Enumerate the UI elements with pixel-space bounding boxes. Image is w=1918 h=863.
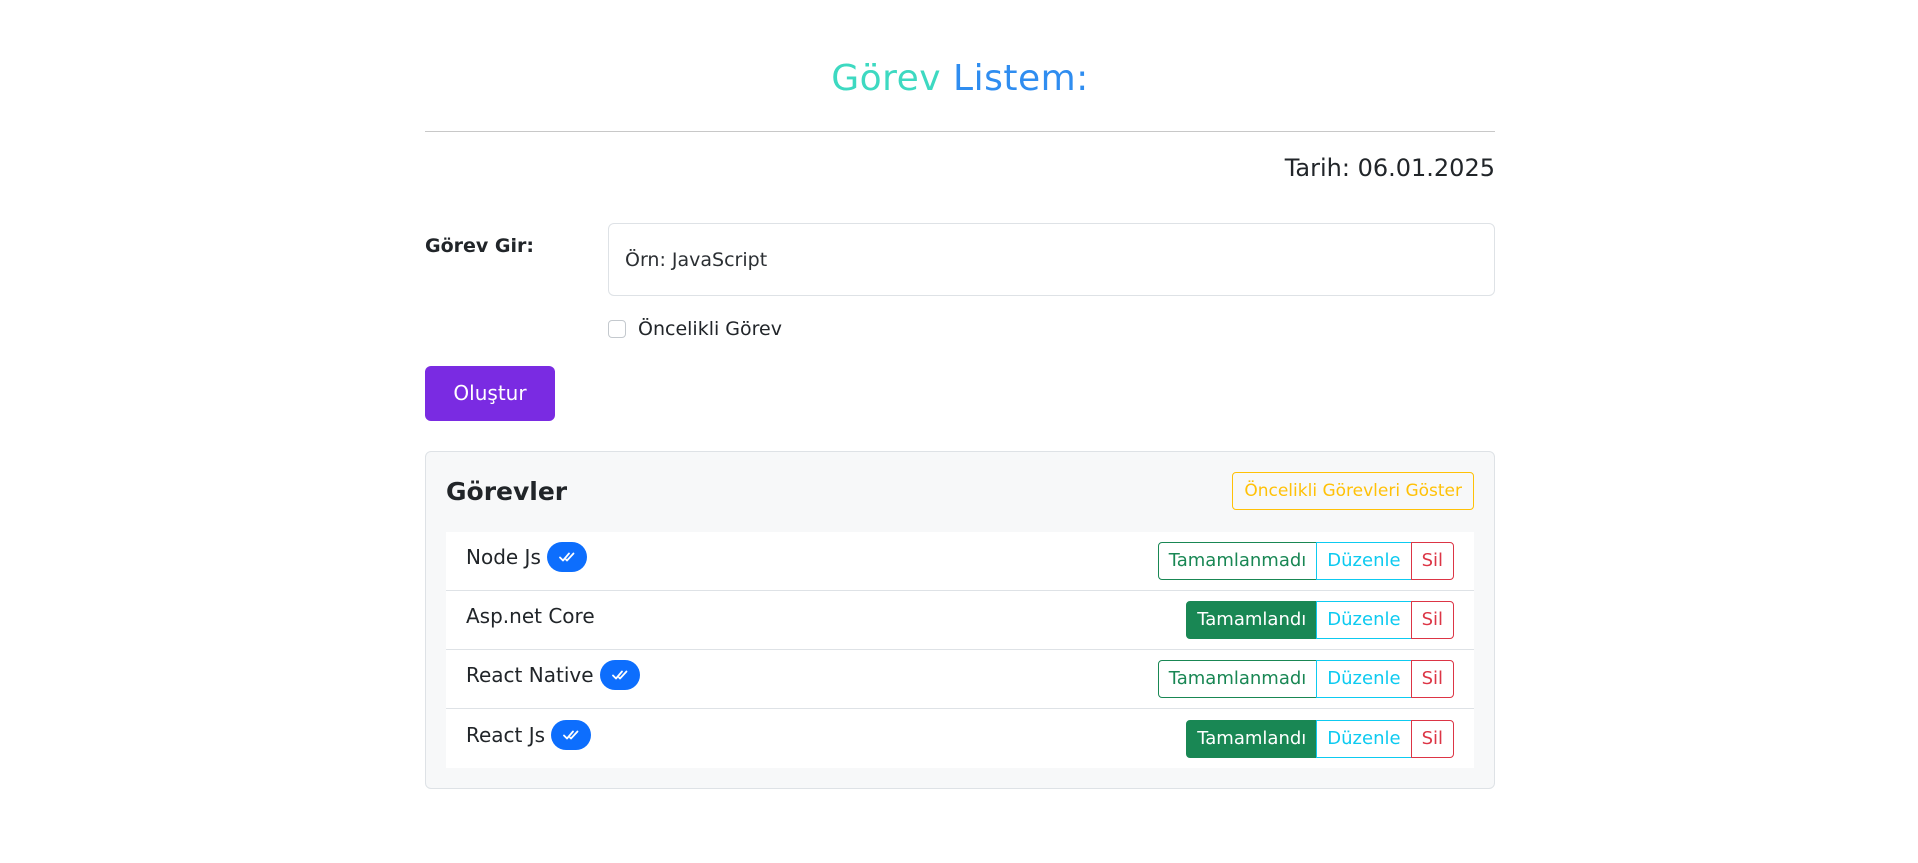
task-edit-button[interactable]: Düzenle bbox=[1316, 542, 1412, 580]
tasks-card: Görevler Öncelikli Görevleri Göster Node… bbox=[425, 451, 1495, 789]
tasks-card-header: Görevler Öncelikli Görevleri Göster bbox=[446, 472, 1474, 510]
task-delete-button[interactable]: Sil bbox=[1410, 660, 1454, 698]
task-edit-button[interactable]: Düzenle bbox=[1316, 660, 1412, 698]
task-name: Node Js bbox=[466, 545, 541, 569]
priority-badge bbox=[599, 660, 640, 690]
task-status-button[interactable]: Tamamlandı bbox=[1186, 719, 1318, 758]
priority-badge bbox=[551, 719, 592, 750]
task-list: Node Js Tamamlanmadı Düzenle Sil Asp.net… bbox=[446, 532, 1474, 768]
double-check-icon bbox=[558, 552, 575, 562]
task-name: React Native bbox=[466, 663, 594, 687]
divider bbox=[425, 131, 1495, 132]
page-title-part2: Listem: bbox=[953, 58, 1089, 99]
task-actions: Tamamlandı Düzenle Sil bbox=[1186, 719, 1454, 758]
task-actions: Tamamlanmadı Düzenle Sil bbox=[1157, 660, 1454, 698]
page-title-part1: Görev bbox=[831, 58, 942, 99]
task-edit-button[interactable]: Düzenle bbox=[1316, 601, 1412, 639]
task-item-left: React Native bbox=[466, 660, 640, 690]
priority-checkbox-row[interactable]: Öncelikli Görev bbox=[608, 318, 1495, 340]
priority-badge bbox=[546, 542, 587, 572]
task-status-button[interactable]: Tamamlanmadı bbox=[1157, 542, 1318, 580]
double-check-icon bbox=[611, 670, 627, 680]
tasks-title: Görevler bbox=[446, 476, 568, 506]
task-item-left: Node Js bbox=[466, 542, 587, 572]
date-label: Tarih: 06.01.2025 bbox=[1284, 154, 1495, 182]
task-list-item: React Js Tamamlandı Düzenle Sil bbox=[446, 709, 1474, 768]
task-name: Asp.net Core bbox=[466, 604, 595, 628]
task-list-item: React Native Tamamlanmadı Düzenle Sil bbox=[446, 650, 1474, 709]
task-label: Görev Gir: bbox=[425, 235, 534, 257]
task-status-button[interactable]: Tamamlandı bbox=[1186, 601, 1318, 639]
double-check-icon bbox=[563, 730, 579, 739]
task-item-left: Asp.net Core bbox=[466, 604, 595, 628]
task-delete-button[interactable]: Sil bbox=[1410, 542, 1454, 580]
task-list-item: Node Js Tamamlanmadı Düzenle Sil bbox=[446, 532, 1474, 591]
task-status-button[interactable]: Tamamlanmadı bbox=[1157, 660, 1318, 698]
app-container: Görev Listem: Tarih: 06.01.2025 Görev Gi… bbox=[425, 0, 1495, 789]
task-name: React Js bbox=[466, 722, 546, 747]
task-list-item: Asp.net Core Tamamlandı Düzenle Sil bbox=[446, 591, 1474, 650]
priority-checkbox-label[interactable]: Öncelikli Görev bbox=[638, 318, 782, 340]
create-button[interactable]: Oluştur bbox=[425, 366, 555, 421]
task-form-row: Görev Gir: bbox=[425, 223, 1495, 296]
priority-checkbox[interactable] bbox=[608, 320, 626, 338]
page-title: Görev Listem: bbox=[425, 0, 1495, 100]
task-input[interactable] bbox=[608, 223, 1495, 296]
task-delete-button[interactable]: Sil bbox=[1410, 601, 1454, 639]
task-actions: Tamamlandı Düzenle Sil bbox=[1186, 601, 1454, 639]
show-priority-tasks-button[interactable]: Öncelikli Görevleri Göster bbox=[1232, 472, 1474, 510]
task-actions: Tamamlanmadı Düzenle Sil bbox=[1157, 542, 1454, 580]
task-delete-button[interactable]: Sil bbox=[1410, 719, 1454, 758]
task-item-left: React Js bbox=[466, 719, 592, 750]
task-edit-button[interactable]: Düzenle bbox=[1316, 719, 1412, 758]
